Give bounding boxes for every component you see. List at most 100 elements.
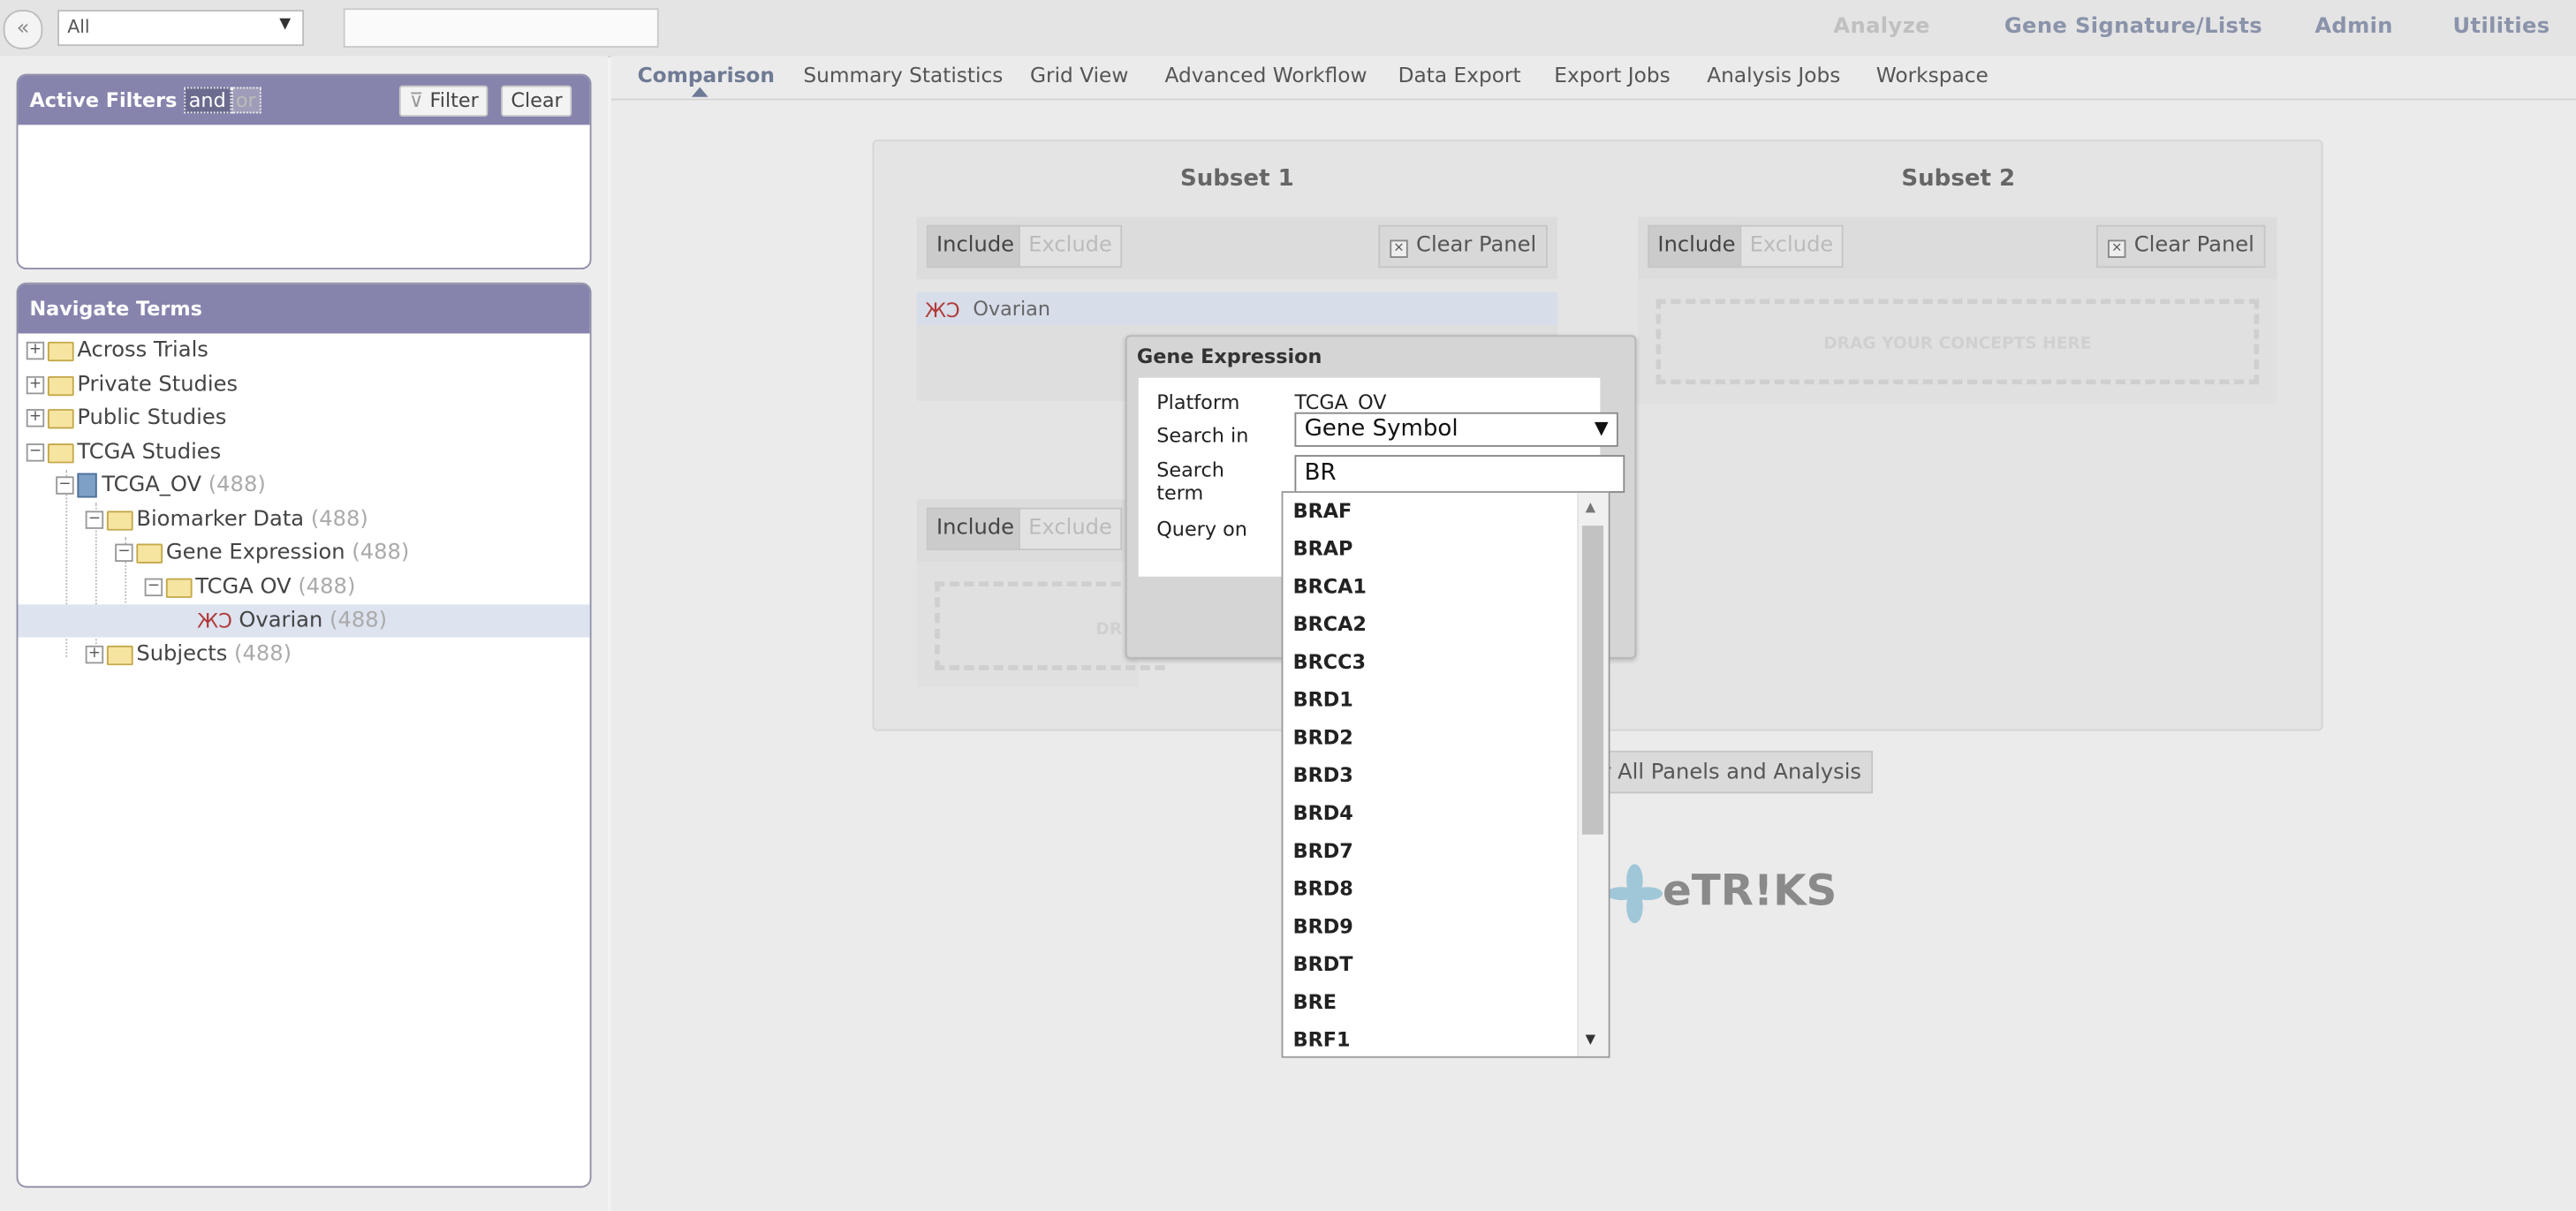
collapse-icon[interactable]: − bbox=[144, 578, 163, 597]
dna-icon: ЖƆ bbox=[925, 298, 960, 322]
search-term-input[interactable]: BR bbox=[1294, 455, 1625, 493]
query-on-label: Query on bbox=[1156, 517, 1247, 541]
tree-item-label: TCGA Studies bbox=[77, 440, 222, 465]
tab-data-export[interactable]: Data Export bbox=[1398, 63, 1521, 87]
tree-item-gene-expression[interactable]: − Gene Expression (488) bbox=[18, 537, 589, 570]
gene-suggestion-list: BRAF BRAP BRCA1 BRCA2 BRCC3 BRD1 BRD2 BR… bbox=[1281, 491, 1610, 1058]
filter-button[interactable]: ⊽ Filter bbox=[398, 85, 489, 117]
tree-item-ovarian[interactable]: ЖƆ Ovarian (488) bbox=[18, 604, 590, 638]
tab-export-jobs[interactable]: Export Jobs bbox=[1554, 63, 1670, 87]
suggestion-item[interactable]: BRD4 bbox=[1293, 795, 1353, 833]
suggestion-item[interactable]: BRD3 bbox=[1293, 757, 1353, 795]
collapse-icon[interactable]: − bbox=[115, 543, 133, 563]
suggestion-item[interactable]: BRCA1 bbox=[1293, 568, 1367, 606]
nav-analyze[interactable]: Analyze bbox=[1833, 15, 1929, 40]
tree-item-tcga-ov[interactable]: − TCGA_OV (488) bbox=[18, 470, 589, 503]
filter-button-label: Filter bbox=[429, 88, 479, 112]
tree-item-public-studies[interactable]: + Public Studies bbox=[18, 403, 589, 435]
and-toggle[interactable]: and bbox=[184, 87, 231, 114]
nav-utilities[interactable]: Utilities bbox=[2453, 15, 2550, 40]
collapse-left-icon[interactable]: « bbox=[3, 10, 43, 49]
etriks-logo: eTR!KS bbox=[1663, 867, 1837, 917]
search-term-label-line-2: term bbox=[1156, 481, 1204, 504]
tree-item-biomarker-data[interactable]: − Biomarker Data (488) bbox=[18, 504, 589, 537]
suggestion-item[interactable]: BRF1 bbox=[1293, 1022, 1351, 1056]
suggestion-item[interactable]: BRDT bbox=[1293, 946, 1353, 984]
drop-zone[interactable]: DRAG YOUR CONCEPTS HERE bbox=[1655, 299, 2260, 385]
concept-label: Ovarian bbox=[973, 297, 1050, 321]
include-button[interactable]: Include bbox=[926, 224, 1025, 269]
close-icon: × bbox=[1390, 239, 1408, 258]
etriks-logo-icon bbox=[1606, 864, 1663, 924]
tab-comparison[interactable]: Comparison bbox=[638, 63, 775, 87]
folder-icon bbox=[47, 375, 74, 396]
scroll-up-icon[interactable]: ▲ bbox=[1586, 499, 1595, 514]
scrollbar-thumb[interactable] bbox=[1581, 526, 1604, 835]
suggestion-item[interactable]: BRCC3 bbox=[1293, 644, 1366, 682]
navigate-terms-header: Navigate Terms bbox=[18, 284, 590, 334]
include-button[interactable]: Include bbox=[1648, 224, 1746, 269]
tree-item-private-studies[interactable]: + Private Studies bbox=[18, 369, 589, 402]
tab-summary-statistics[interactable]: Summary Statistics bbox=[803, 63, 1003, 87]
tree-item-label: Private Studies bbox=[77, 373, 239, 398]
include-button[interactable]: Include bbox=[926, 507, 1025, 550]
subset-1-panel-2-toolbar: Include Exclude bbox=[916, 499, 1139, 563]
top-search-input[interactable] bbox=[343, 8, 659, 48]
tree-item-subjects[interactable]: + Subjects (488) bbox=[18, 639, 589, 671]
tree-item-count: (488) bbox=[298, 574, 356, 600]
tree-item-across-trials[interactable]: + Across Trials bbox=[18, 335, 589, 367]
exclude-button[interactable]: Exclude bbox=[1739, 224, 1844, 269]
tree-item-count: (488) bbox=[310, 507, 368, 533]
suggestion-item[interactable]: BRAF bbox=[1293, 493, 1352, 531]
collapse-icon[interactable]: − bbox=[56, 476, 74, 495]
subset-1-title: Subset 1 bbox=[1179, 165, 1294, 193]
active-filters-title: Active Filters bbox=[29, 88, 178, 112]
suggestion-item[interactable]: BRD7 bbox=[1293, 833, 1353, 871]
suggestion-item[interactable]: BRCA2 bbox=[1293, 606, 1367, 644]
platform-value: TCGA_OV bbox=[1294, 390, 1387, 414]
suggestion-item[interactable]: BRD8 bbox=[1293, 871, 1353, 909]
concept-ovarian[interactable]: ЖƆ Ovarian bbox=[916, 292, 1557, 326]
expand-icon[interactable]: + bbox=[26, 375, 45, 395]
tab-workspace[interactable]: Workspace bbox=[1876, 63, 1989, 87]
dialog-title: Gene Expression bbox=[1136, 344, 1322, 368]
suggestion-item[interactable]: BRD2 bbox=[1293, 720, 1353, 758]
suggestion-item[interactable]: BRD9 bbox=[1293, 908, 1353, 946]
tab-grid-view[interactable]: Grid View bbox=[1030, 63, 1128, 87]
exclude-button[interactable]: Exclude bbox=[1019, 224, 1123, 269]
search-term-label-line-1: Search bbox=[1156, 458, 1224, 481]
tree-item-count: (488) bbox=[234, 642, 292, 668]
subset-2-title: Subset 2 bbox=[1901, 165, 2016, 193]
collapse-icon[interactable]: − bbox=[85, 511, 104, 529]
clear-panel-button[interactable]: × Clear Panel bbox=[2095, 224, 2266, 269]
nav-admin[interactable]: Admin bbox=[2315, 15, 2393, 40]
scope-select[interactable]: All ▼ bbox=[57, 10, 305, 47]
expand-icon[interactable]: + bbox=[26, 341, 45, 360]
expand-icon[interactable]: + bbox=[26, 409, 45, 428]
scroll-down-icon[interactable]: ▼ bbox=[1586, 1032, 1595, 1047]
suggestion-scrollbar[interactable]: ▲ ▼ bbox=[1577, 492, 1609, 1056]
suggestion-item[interactable]: BRAP bbox=[1293, 531, 1353, 569]
tree-item-tcga-studies[interactable]: − TCGA Studies bbox=[18, 437, 589, 470]
expand-icon[interactable]: + bbox=[85, 645, 104, 664]
tree-item-tcga-ov-platform[interactable]: − TCGA OV (488) bbox=[18, 571, 589, 604]
tree-item-count: (488) bbox=[208, 473, 266, 498]
tree-item-label: TCGA OV bbox=[195, 574, 292, 600]
clear-all-panels-button[interactable]: r All Panels and Analysis bbox=[1585, 750, 1874, 794]
suggestion-item[interactable]: BRE bbox=[1293, 984, 1337, 1022]
search-in-select[interactable]: Gene Symbol ▼ bbox=[1294, 412, 1618, 447]
scope-select-value: All bbox=[67, 16, 90, 38]
tab-advanced-workflow[interactable]: Advanced Workflow bbox=[1165, 63, 1368, 87]
collapse-icon[interactable]: − bbox=[26, 443, 45, 462]
suggestion-item[interactable]: BRD1 bbox=[1293, 682, 1353, 720]
search-in-label: Search in bbox=[1156, 423, 1249, 447]
or-toggle[interactable]: or bbox=[231, 87, 261, 114]
clear-filters-button[interactable]: Clear bbox=[501, 85, 572, 117]
tree-item-label: Subjects bbox=[136, 642, 228, 668]
tab-analysis-jobs[interactable]: Analysis Jobs bbox=[1707, 63, 1840, 87]
nav-gene-signature-lists[interactable]: Gene Signature/Lists bbox=[2004, 15, 2262, 40]
clear-panel-button[interactable]: × Clear Panel bbox=[1378, 224, 1549, 269]
tree-item-count: (488) bbox=[330, 609, 388, 633]
exclude-button[interactable]: Exclude bbox=[1019, 507, 1123, 550]
subset-2-panel-1-toolbar: Include Exclude × Clear Panel bbox=[1638, 216, 2277, 280]
